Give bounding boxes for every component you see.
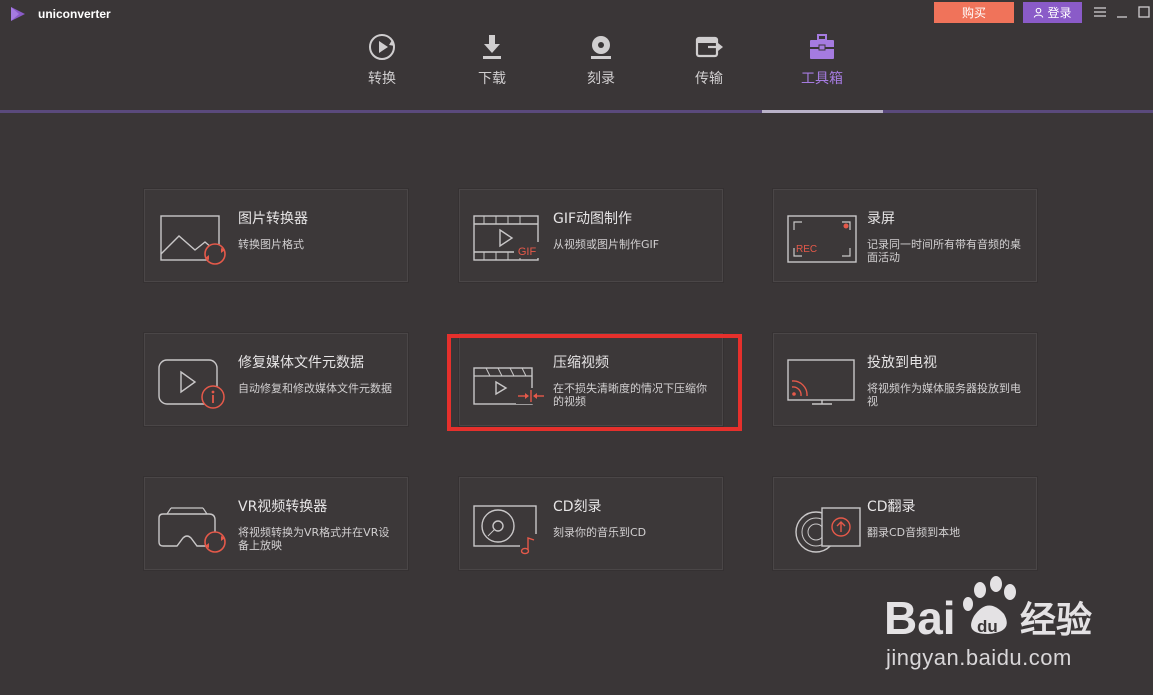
tab-download[interactable]: 下载 [447, 32, 537, 96]
tool-card-metadata-fixer[interactable]: 修复媒体文件元数据 自动修复和修改媒体文件元数据 [144, 333, 408, 426]
tab-toolbox[interactable]: 工具箱 [777, 32, 867, 96]
tool-title: 压缩视频 [553, 355, 609, 371]
nav-divider [0, 110, 1153, 113]
tool-card-image-converter[interactable]: 图片转换器 转换图片格式 [144, 189, 408, 282]
tool-card-screen-recorder[interactable]: REC 录屏 记录同一时间所有带有音频的桌面活动 [773, 189, 1037, 282]
svg-text:du: du [977, 617, 998, 636]
svg-text:REC: REC [796, 244, 817, 255]
tool-desc: 记录同一时间所有带有音频的桌面活动 [867, 238, 1021, 264]
active-tab-indicator [762, 110, 883, 113]
user-icon [1034, 7, 1044, 18]
tool-desc: 将视频转换为VR格式并在VR设备上放映 [238, 526, 390, 552]
tool-card-cd-ripper[interactable]: CD翻录 翻录CD音频到本地 [773, 477, 1037, 570]
toolbox-icon [810, 34, 834, 59]
cd-burn-icon [473, 505, 538, 556]
transfer-icon [695, 36, 723, 58]
baidu-watermark-logo: Bai du 经验 [884, 576, 1092, 644]
tool-title: GIF动图制作 [553, 211, 633, 227]
tab-burn-label: 刻录 [587, 71, 615, 87]
screen-record-icon: REC [787, 215, 857, 263]
svg-text:GIF: GIF [518, 246, 537, 258]
tool-title: CD刻录 [553, 499, 602, 515]
maximize-icon[interactable] [1136, 4, 1152, 20]
tab-download-label: 下载 [478, 71, 506, 87]
tool-card-compress-video[interactable]: 压缩视频 在不损失清晰度的情况下压缩你的视频 [459, 333, 723, 426]
tab-transfer-label: 传输 [695, 71, 723, 87]
convert-icon [369, 34, 395, 60]
tool-title: 录屏 [867, 211, 895, 227]
title-bar: uniconverter 购买 登录 [0, 0, 1153, 28]
tool-card-vr-converter[interactable]: VR视频转换器 将视频转换为VR格式并在VR设备上放映 [144, 477, 408, 570]
tool-desc: 从视频或图片制作GIF [553, 238, 660, 251]
login-button[interactable]: 登录 [1023, 2, 1082, 23]
tool-desc: 刻录你的音乐到CD [553, 526, 647, 539]
buy-button[interactable]: 购买 [934, 2, 1014, 23]
login-button-label: 登录 [1047, 6, 1072, 20]
cd-rip-icon [795, 507, 861, 553]
tab-convert-label: 转换 [368, 71, 396, 87]
tool-title: VR视频转换器 [238, 499, 328, 515]
tab-burn[interactable]: 刻录 [556, 32, 646, 96]
tool-desc: 在不损失清晰度的情况下压缩你的视频 [553, 382, 707, 408]
tool-card-gif-maker[interactable]: GIF GIF动图制作 从视频或图片制作GIF [459, 189, 723, 282]
buy-button-label: 购买 [961, 6, 986, 20]
app-logo-icon [11, 7, 25, 21]
download-icon [483, 35, 501, 59]
gif-maker-icon: GIF [473, 215, 540, 261]
burn-disc-icon [591, 36, 611, 59]
tool-card-cd-burner[interactable]: CD刻录 刻录你的音乐到CD [459, 477, 723, 570]
image-convert-icon [160, 215, 226, 265]
main-nav: 转换 下载 刻录 传输 工具箱 [0, 28, 1153, 114]
compress-video-icon [473, 367, 546, 405]
menu-icon[interactable] [1092, 4, 1108, 20]
tool-desc: 将视频作为媒体服务器投放到电视 [867, 382, 1021, 408]
tool-title: CD翻录 [867, 499, 916, 515]
app-name: uniconverter [38, 7, 111, 21]
tool-title: 图片转换器 [238, 211, 308, 227]
tool-title: 投放到电视 [867, 355, 937, 371]
metadata-fix-icon [158, 359, 225, 409]
cast-tv-icon [787, 359, 855, 405]
tool-desc: 翻录CD音频到本地 [867, 526, 961, 539]
svg-text:Bai: Bai [884, 592, 956, 644]
tab-toolbox-label: 工具箱 [801, 71, 843, 87]
watermark-url: jingyan.baidu.com [886, 645, 1072, 670]
tool-card-cast-to-tv[interactable]: 投放到电视 将视频作为媒体服务器投放到电视 [773, 333, 1037, 426]
tool-title: 修复媒体文件元数据 [238, 355, 364, 371]
tab-transfer[interactable]: 传输 [664, 32, 754, 96]
tool-desc: 自动修复和修改媒体文件元数据 [238, 382, 392, 395]
minimize-icon[interactable] [1114, 4, 1130, 20]
vr-convert-icon [158, 507, 226, 553]
svg-text:经验: 经验 [1020, 600, 1092, 641]
tool-desc: 转换图片格式 [238, 238, 304, 251]
tab-convert[interactable]: 转换 [337, 32, 427, 96]
